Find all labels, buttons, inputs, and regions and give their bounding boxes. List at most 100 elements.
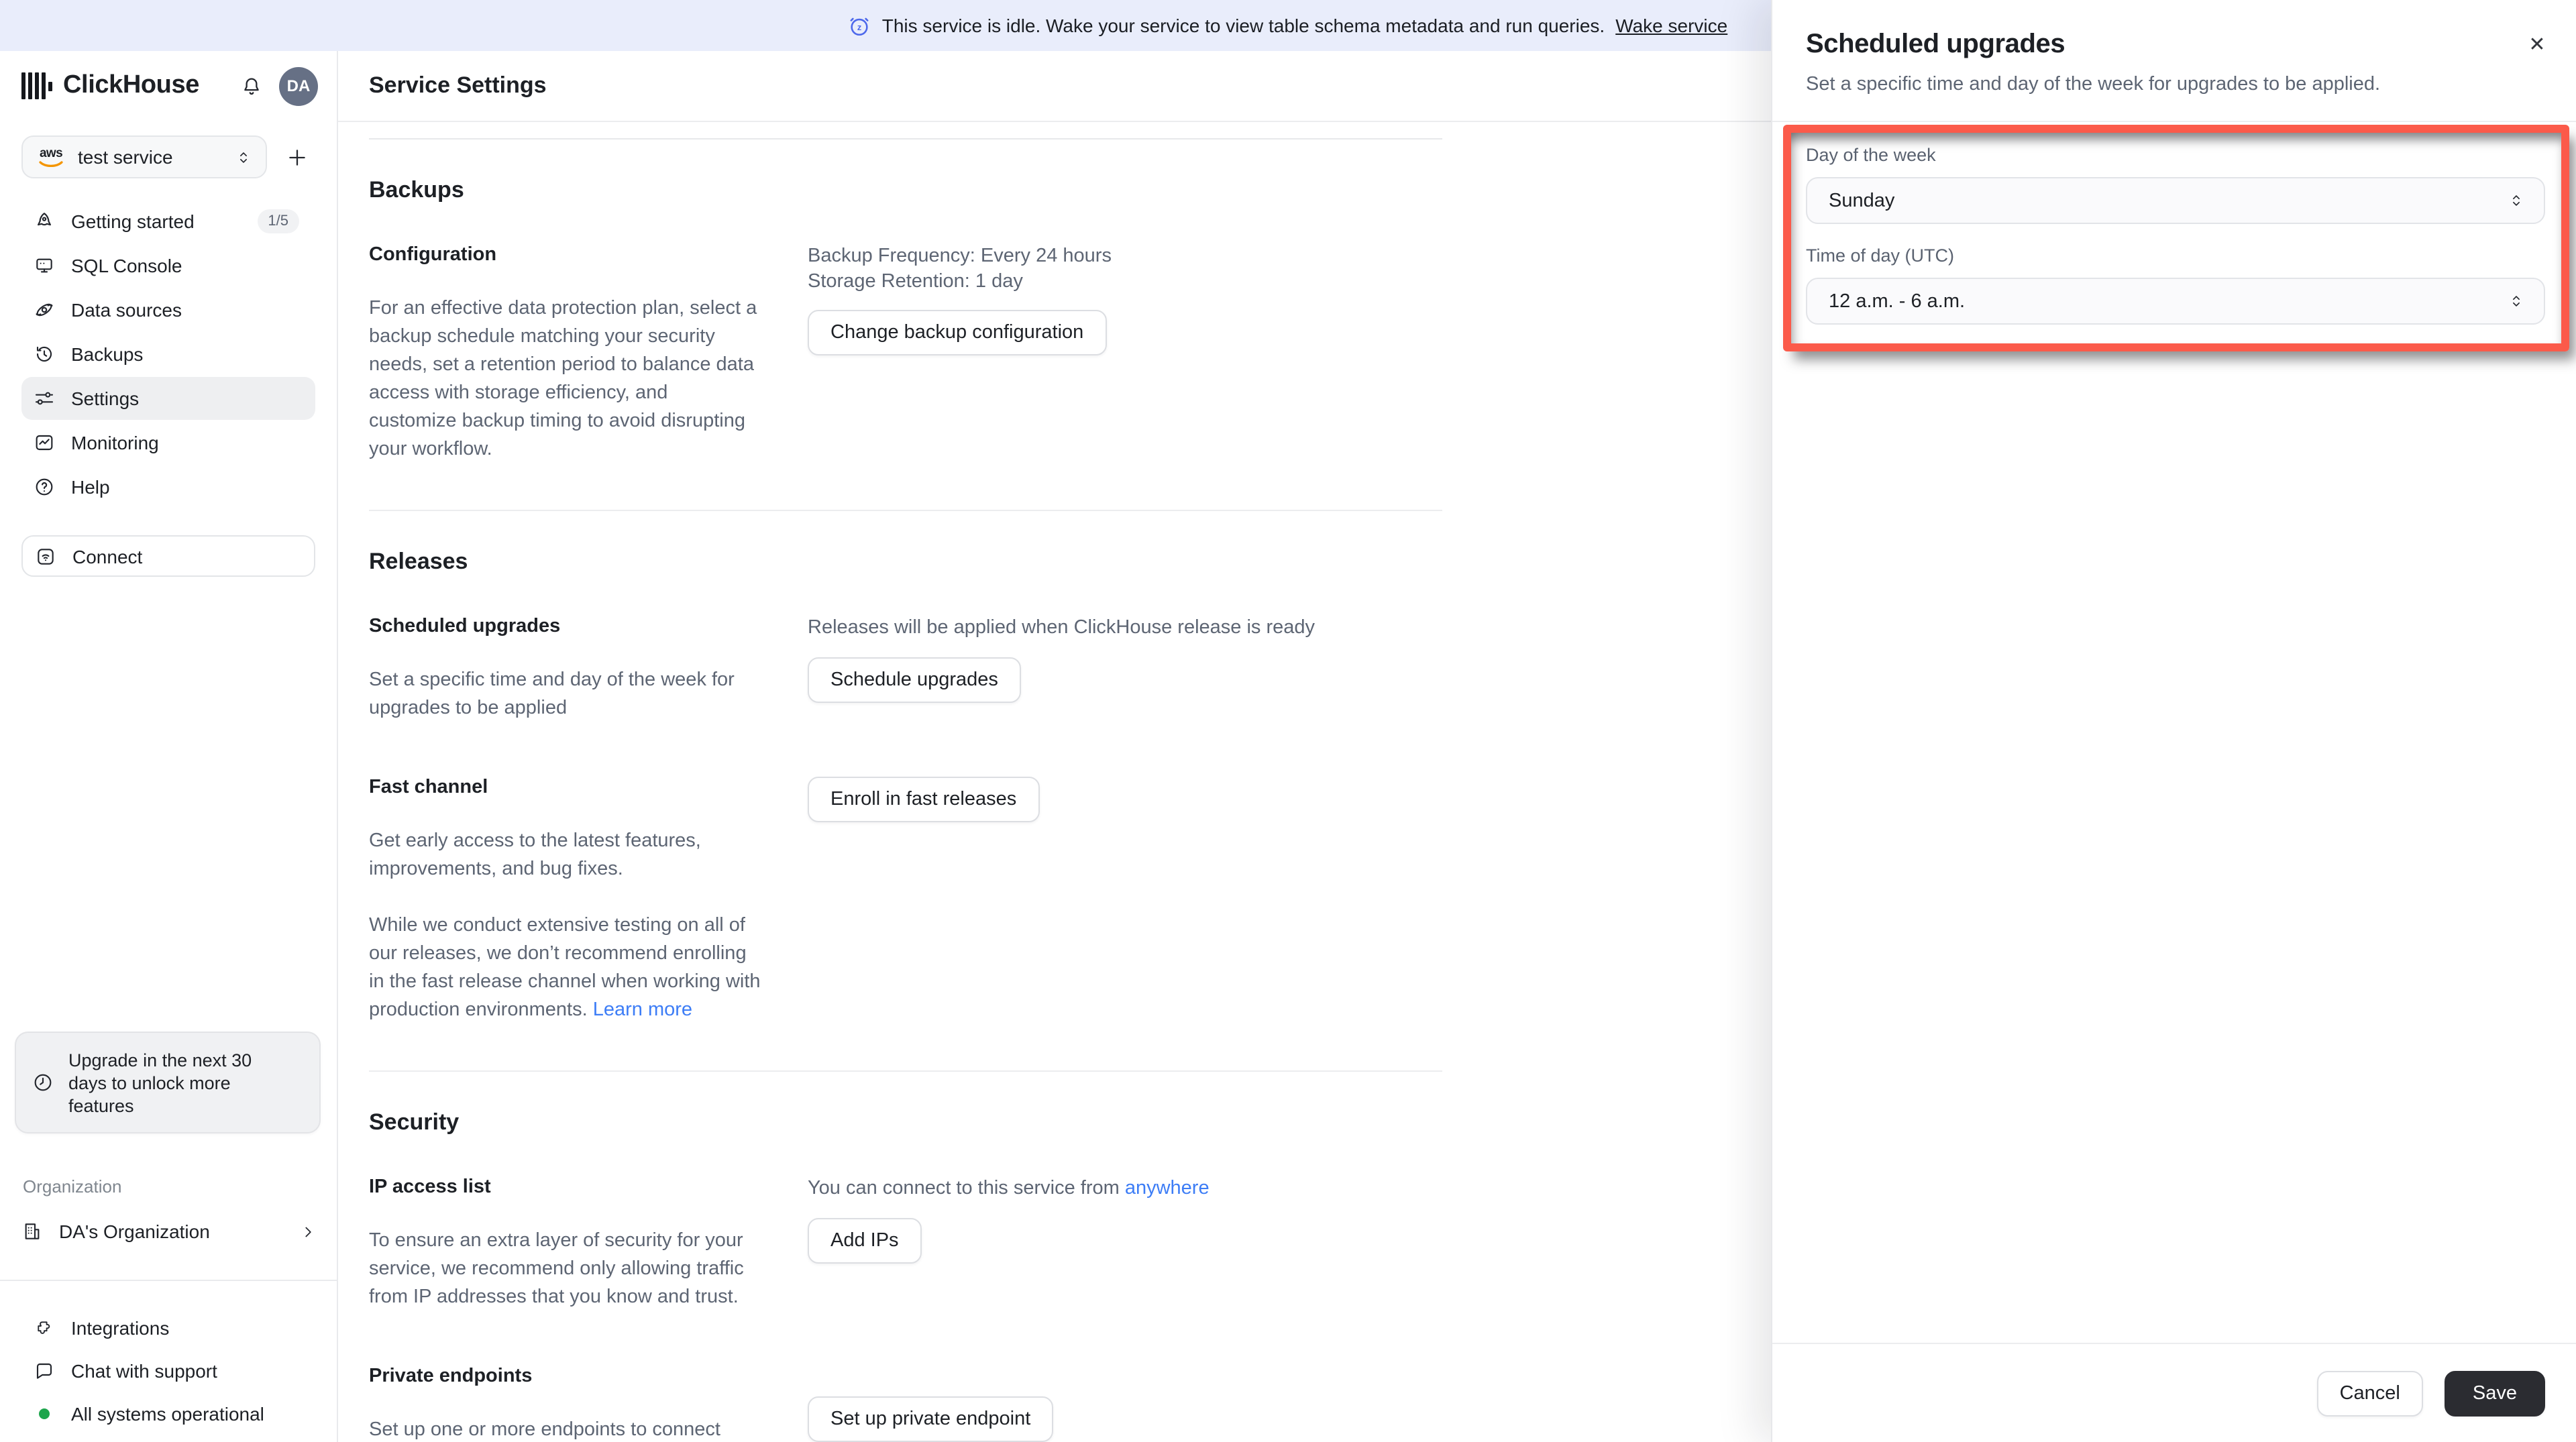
sliders-icon	[35, 392, 54, 405]
storage-retention-value: Storage Retention: 1 day	[808, 270, 1023, 292]
change-backup-configuration-button[interactable]: Change backup configuration	[808, 310, 1107, 355]
sidebar-item-backups[interactable]: Backups	[21, 333, 315, 376]
stepper-chevrons-icon	[2513, 296, 2520, 307]
sidebar-item-label: Backups	[71, 343, 144, 365]
settings-sections: Backups Configuration For an effective d…	[369, 138, 1442, 1442]
chat-bubble-icon	[36, 1362, 52, 1378]
ip-connect-note: You can connect to this service from any…	[808, 1178, 1210, 1199]
backup-history-icon	[36, 346, 52, 362]
save-button[interactable]: Save	[2444, 1370, 2545, 1416]
sidebar-item-label: Data sources	[71, 299, 182, 321]
system-status-label: All systems operational	[71, 1402, 264, 1424]
service-name: test service	[78, 146, 173, 168]
backups-description: For an effective data protection plan, s…	[369, 298, 757, 460]
organization-selector[interactable]: DA's Organization	[21, 1214, 317, 1249]
brand-name: ClickHouse	[63, 71, 199, 99]
sidebar-item-label: SQL Console	[71, 255, 182, 276]
sidebar-footer: Integrations Chat with support All syste…	[21, 1307, 317, 1435]
sidebar-item-label: Monitoring	[71, 432, 159, 453]
panel-subtitle: Set a specific time and day of the week …	[1806, 74, 2381, 95]
stepper-chevrons-icon	[2513, 195, 2520, 206]
private-endpoints-description: Set up one or more endpoints to connect …	[369, 1419, 720, 1441]
connect-label: Connect	[72, 545, 143, 567]
notifications-bell-icon[interactable]	[240, 74, 263, 97]
sidebar-item-label: Settings	[71, 388, 140, 409]
brand-row: ClickHouse DA	[0, 51, 337, 121]
avatar[interactable]: DA	[279, 66, 318, 105]
security-section: Security IP access list To ensure an ext…	[369, 1072, 1442, 1442]
add-service-button[interactable]	[283, 144, 310, 170]
system-status-row[interactable]: All systems operational	[21, 1392, 317, 1434]
aws-provider-icon: aws	[36, 147, 66, 167]
sidebar-footer-divider	[0, 1280, 338, 1281]
service-row: aws test service	[0, 135, 337, 178]
chevron-right-icon	[305, 1226, 311, 1237]
add-ips-button[interactable]: Add IPs	[808, 1217, 922, 1263]
sidebar-item-chat-support[interactable]: Chat with support	[21, 1349, 317, 1391]
ip-access-list-label: IP access list	[369, 1176, 491, 1198]
panel-header: Scheduled upgrades Set a specific time a…	[1772, 0, 2576, 122]
day-of-week-value: Sunday	[1829, 190, 1895, 211]
cancel-button[interactable]: Cancel	[2316, 1370, 2423, 1416]
panel-body: Day of the week Sunday Time of day (UTC)…	[1772, 122, 2576, 325]
sidebar-item-label: Help	[71, 476, 110, 498]
monitoring-chart-icon	[36, 435, 53, 451]
organization-building-icon	[25, 1223, 40, 1239]
page-title: Service Settings	[369, 72, 547, 98]
wake-service-link[interactable]: Wake service	[1615, 15, 1727, 36]
sidebar-nav: Getting started 1/5 SQL Console Data sou…	[0, 200, 337, 508]
console-icon	[36, 258, 52, 273]
sidebar-item-settings[interactable]: Settings	[21, 377, 315, 420]
releases-section: Releases Scheduled upgrades Set a specif…	[369, 511, 1442, 1072]
sidebar-item-monitoring[interactable]: Monitoring	[21, 421, 315, 464]
sidebar-item-help[interactable]: Help	[21, 465, 315, 508]
organization-section-label: Organization	[23, 1176, 122, 1197]
ip-access-list-description: To ensure an extra layer of security for…	[369, 1230, 744, 1308]
data-orbit-icon	[36, 303, 53, 317]
releases-heading: Releases	[369, 549, 468, 574]
learn-more-link[interactable]: Learn more	[593, 999, 692, 1021]
snooze-clock-icon: z	[849, 14, 871, 37]
schedule-upgrades-button[interactable]: Schedule upgrades	[808, 657, 1021, 702]
connect-button[interactable]: Connect	[21, 535, 315, 577]
sidebar-item-integrations[interactable]: Integrations	[21, 1307, 317, 1348]
banner-text: This service is idle. Wake your service …	[881, 15, 1605, 36]
connect-wifi-icon	[38, 548, 54, 564]
sidebar-item-data-sources[interactable]: Data sources	[21, 288, 315, 331]
backups-heading: Backups	[369, 177, 464, 203]
sidebar-item-sql-console[interactable]: SQL Console	[21, 244, 315, 287]
clickhouse-cloud-app: z This service is idle. Wake your servic…	[0, 0, 2576, 1442]
anywhere-link[interactable]: anywhere	[1125, 1178, 1210, 1199]
panel-footer: Cancel Save	[1772, 1343, 2576, 1442]
puzzle-icon	[38, 1321, 50, 1333]
configuration-label: Configuration	[369, 244, 497, 266]
svg-text:z: z	[858, 21, 862, 32]
day-of-week-select[interactable]: Sunday	[1806, 177, 2545, 224]
time-of-day-value: 12 a.m. - 6 a.m.	[1829, 290, 1966, 312]
setup-private-endpoint-button[interactable]: Set up private endpoint	[808, 1396, 1054, 1442]
sidebar-item-getting-started[interactable]: Getting started 1/5	[21, 200, 315, 243]
sidebar-item-label: Integrations	[71, 1317, 170, 1338]
security-heading: Security	[369, 1109, 460, 1135]
getting-started-progress-badge: 1/5	[257, 209, 299, 233]
day-of-week-label: Day of the week	[1806, 145, 1936, 165]
fast-channel-description: Get early access to the latest features,…	[369, 830, 701, 880]
organization-name: DA's Organization	[59, 1221, 210, 1242]
upgrade-notice-text: Upgrade in the next 30 days to unlock mo…	[68, 1050, 252, 1115]
close-icon[interactable]: ✕	[2522, 30, 2552, 59]
upgrade-notice-card[interactable]: Upgrade in the next 30 days to unlock mo…	[15, 1032, 321, 1133]
time-of-day-label: Time of day (UTC)	[1806, 245, 1955, 266]
time-of-day-select[interactable]: 12 a.m. - 6 a.m.	[1806, 278, 2545, 325]
scheduled-upgrades-label: Scheduled upgrades	[369, 616, 561, 637]
sidebar-item-label: Chat with support	[71, 1360, 217, 1381]
service-selector[interactable]: aws test service	[21, 135, 267, 178]
status-green-dot-icon	[39, 1408, 50, 1419]
rocket-icon	[37, 213, 51, 226]
fast-channel-warning: While we conduct extensive testing on al…	[369, 915, 761, 1021]
backups-section: Backups Configuration For an effective d…	[369, 140, 1442, 511]
scheduled-upgrades-description: Set a specific time and day of the week …	[369, 669, 735, 719]
sidebar: ClickHouse DA aws test service Getting s…	[0, 51, 338, 1442]
stepper-chevrons-icon	[240, 152, 247, 162]
private-endpoints-label: Private endpoints	[369, 1366, 533, 1387]
enroll-fast-releases-button[interactable]: Enroll in fast releases	[808, 777, 1040, 822]
